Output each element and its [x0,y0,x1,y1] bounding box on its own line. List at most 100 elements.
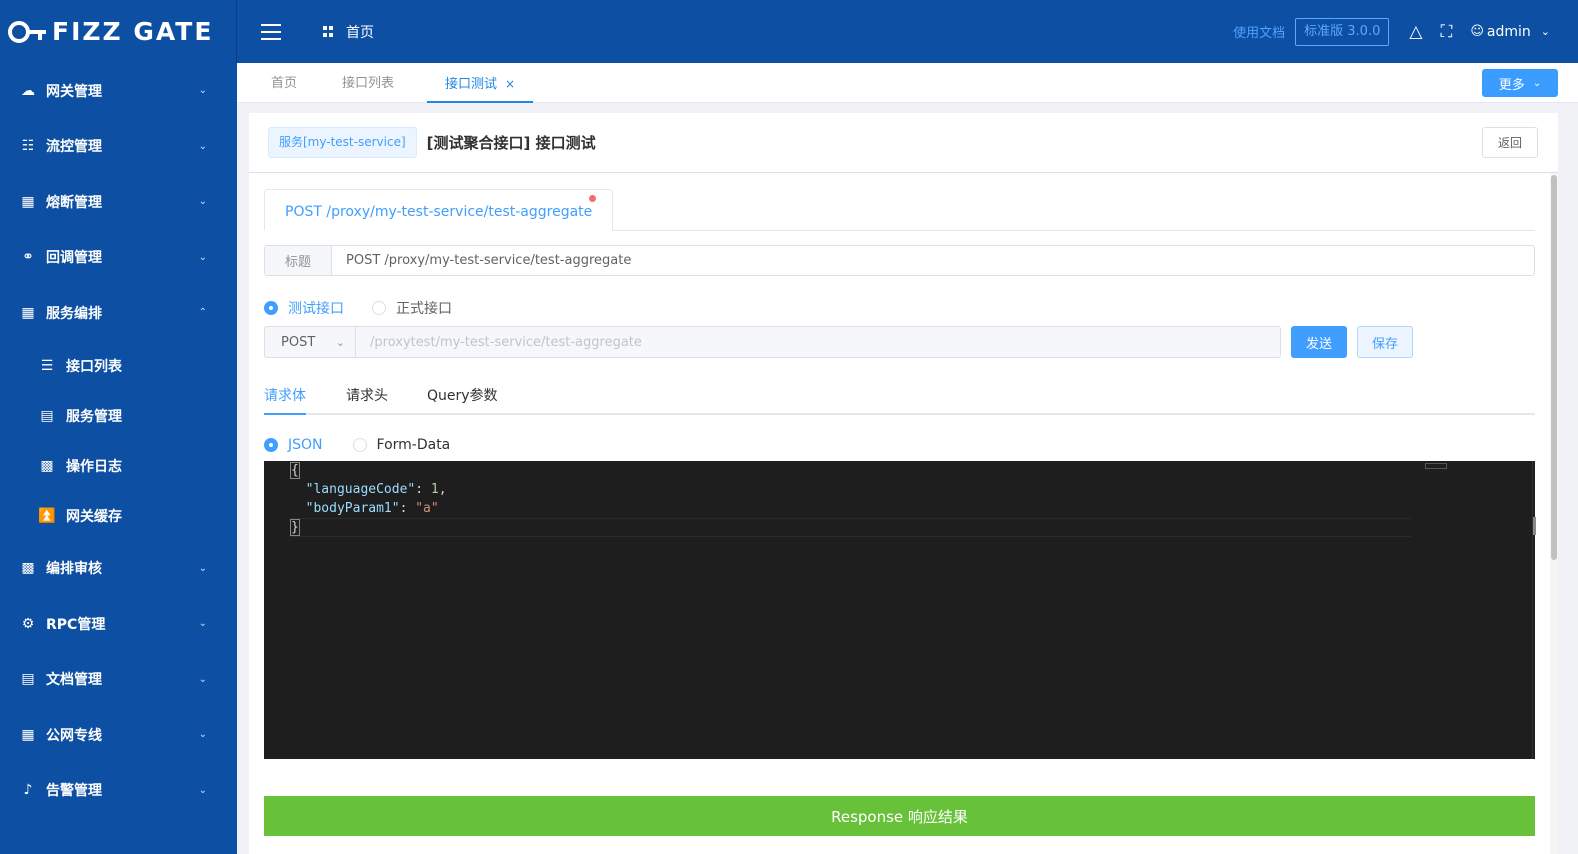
tab-home[interactable]: 首页 [271,63,297,103]
sidebar-item-label: 公网专线 [46,727,102,744]
body-type-radio-group: JSON Form-Data [264,437,478,453]
sidebar-item-orchestration[interactable]: ▦ 服务编排 ⌃ [0,285,237,341]
radio-label: 正式接口 [396,301,452,317]
sidebar-item-gateway[interactable]: ☁ 网关管理 ⌄ [0,63,237,119]
breadcrumb-home: 首页 [346,24,374,41]
json-key: "bodyParam1" [305,501,400,516]
title-label: 标题 [265,246,332,275]
close-brace: } [290,519,300,536]
calendar-icon: ▦ [21,193,35,210]
radio-json[interactable]: JSON [264,437,323,453]
sidebar-subitem-cache[interactable]: ⏫ 网关缓存 [0,491,237,541]
sidebar-item-alerts[interactable]: ♪ 告警管理 ⌄ [0,763,237,819]
sidebar-subitem-label: 接口列表 [66,358,122,375]
editor-scrollbar[interactable] [1532,461,1536,759]
url-input[interactable]: /proxytest/my-test-service/test-aggregat… [355,326,1281,358]
response-bar[interactable]: Response 响应结果 [264,796,1535,836]
sidebar-item-flow-control[interactable]: ☷ 流控管理 ⌄ [0,119,237,175]
tab-query-params[interactable]: Query参数 [427,379,498,415]
breadcrumb[interactable]: 首页 [323,22,374,42]
sidebar-item-audit[interactable]: ▩ 编排审核 ⌄ [0,541,237,597]
sidebar-subitem-api-list[interactable]: ☰ 接口列表 [0,341,237,391]
sidebar-item-rpc[interactable]: ⚙ RPC管理 ⌄ [0,596,237,652]
radio-prod-api[interactable]: 正式接口 [372,298,452,318]
chevron-down-icon: ⌄ [198,562,207,574]
sidebar-subitem-logs[interactable]: ▩ 操作日志 [0,441,237,491]
title-input[interactable]: POST /proxy/my-test-service/test-aggrega… [332,246,1534,275]
send-button[interactable]: 发送 [1291,326,1347,358]
sidebar-subitem-label: 网关缓存 [66,508,122,525]
radio-unchecked-icon [352,438,367,452]
unsaved-dot-icon [589,195,597,202]
sidebar-item-callback[interactable]: ⚭ 回调管理 ⌄ [0,230,237,286]
request-tabs: 请求体 请求头 Query参数 [264,379,1535,415]
radio-form-data[interactable]: Form-Data [352,437,451,453]
json-value: 1 [430,482,439,497]
tab-label: 接口列表 [342,76,395,91]
chevron-down-icon: ⌄ [198,618,207,630]
radio-label: 测试接口 [288,301,344,317]
key-logo-icon [8,20,46,43]
sidebar-item-label: 网关管理 [46,83,102,100]
list-icon: ☰ [40,357,54,374]
env-radio-group: 测试接口 正式接口 [264,298,480,318]
sidebar-subitem-service[interactable]: ▤ 服务管理 [0,391,237,441]
method-value: POST [281,334,316,350]
back-button[interactable]: 返回 [1482,127,1538,158]
sidebar-item-public-line[interactable]: ▦ 公网专线 ⌄ [0,707,237,763]
title-field[interactable]: 标题 POST /proxy/my-test-service/test-aggr… [264,245,1535,276]
sidebar-item-label: 熔断管理 [46,194,102,211]
chevron-down-icon: ⌄ [335,335,345,349]
chevron-down-icon: ⌄ [198,85,207,97]
bell-icon: ♪ [23,782,33,799]
sidebar: ☁ 网关管理 ⌄ ☷ 流控管理 ⌄ ▦ 熔断管理 ⌄ ⚭ 回调管理 ⌄ ▦ 服务… [0,63,237,854]
save-button[interactable]: 保存 [1357,326,1413,358]
sidebar-item-label: 服务编排 [46,305,102,322]
docs-link[interactable]: 使用文档 [1233,22,1285,41]
tab-label: 首页 [271,76,298,91]
network-icon: ▦ [21,726,35,743]
menu-toggle-icon[interactable] [261,23,281,40]
sidebar-item-docs[interactable]: ▤ 文档管理 ⌄ [0,652,237,708]
api-tabs: POST /proxy/my-test-service/test-aggrega… [264,189,1535,231]
tab-request-body[interactable]: 请求体 [264,379,306,415]
gear-icon: ⚙ [21,615,35,632]
json-editor[interactable]: { "languageCode": 1, "bodyParam1": "a" } [264,461,1536,759]
username: admin [1486,23,1531,40]
sidebar-item-circuit-breaker[interactable]: ▦ 熔断管理 ⌄ [0,174,237,230]
chevron-down-icon: ⌄ [198,729,207,741]
close-icon[interactable]: × [505,77,515,91]
tab-api-endpoint[interactable]: POST /proxy/my-test-service/test-aggrega… [264,189,614,231]
tab-api-test[interactable]: 接口测试 × [427,63,534,103]
sidebar-item-label: RPC管理 [46,616,106,633]
chevron-down-icon: ⌄ [198,140,207,152]
sidebar-item-label: 编排审核 [46,561,102,578]
sidebar-subitem-label: 操作日志 [66,458,122,475]
tab-api-list[interactable]: 接口列表 [342,63,394,103]
scrollbar-thumb[interactable] [1551,175,1557,560]
scrollbar[interactable] [1550,173,1558,854]
open-brace: { [290,462,300,479]
tab-request-headers[interactable]: 请求头 [346,379,388,415]
fullscreen-icon[interactable]: ⛶ [1440,22,1452,42]
sidebar-item-label: 流控管理 [46,139,102,156]
page-tabs: 首页 接口列表 接口测试 × 更多 ⌄ [237,63,1578,103]
radio-test-api[interactable]: 测试接口 [264,298,344,318]
grid-icon [323,26,334,37]
sitemap-icon: ☷ [21,138,35,155]
user-icon: ☺ [1470,24,1484,39]
more-button[interactable]: 更多 ⌄ [1482,69,1558,97]
panel-header: 服务[my-test-service] [测试聚合接口] 接口测试 返回 [249,113,1558,173]
editor-minimap[interactable] [1425,463,1447,469]
shirt-icon[interactable]: △ [1409,22,1422,42]
method-select[interactable]: POST ⌄ [264,326,355,358]
cloud-icon: ☁ [21,82,35,99]
version-badge: 标准版 3.0.0 [1295,17,1390,46]
request-url-row: POST ⌄ /proxytest/my-test-service/test-a… [264,326,1413,358]
logo[interactable]: FIZZ GATE [0,0,237,63]
sidebar-item-label: 回调管理 [46,250,102,267]
user-menu[interactable]: ☺ admin ⌄ [1470,24,1550,40]
apps-icon: ▦ [21,304,35,321]
radio-label: Form-Data [376,437,451,453]
sidebar-subitem-label: 服务管理 [66,408,122,425]
